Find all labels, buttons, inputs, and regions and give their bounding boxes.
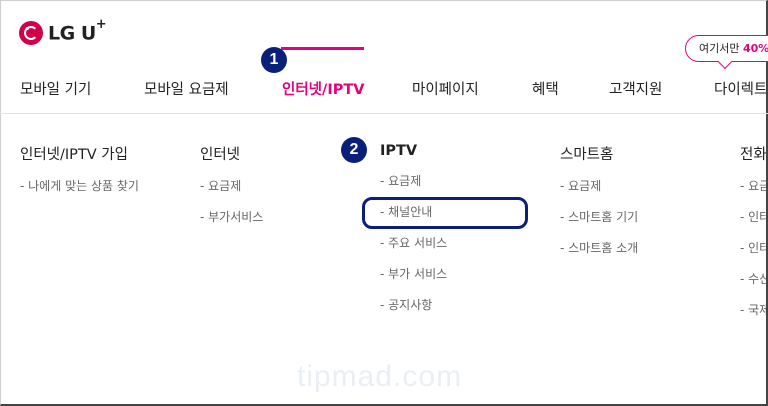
menu-item-find-product[interactable]: - 나에게 맞는 상품 찾기 (20, 176, 139, 207)
step-badge-1: 1 (261, 47, 287, 73)
logo-text: LG U+ (48, 17, 107, 45)
lg-face-icon (19, 21, 43, 45)
nav-item-internet-iptv[interactable]: 인터넷/IPTV (282, 78, 364, 99)
watermark: tipmad.com (297, 360, 463, 393)
nav-divider (0, 113, 768, 114)
menu-item-phone-5[interactable]: - 국제 (740, 300, 766, 331)
menu-item-phone-4[interactable]: - 수신 (740, 269, 766, 300)
menu-item-phone-1[interactable]: - 요금 (740, 176, 766, 207)
menu-col-iptv: IPTV - 요금제 - 채널안내 - 주요 서비스 - 부가 서비스 - 공지… (380, 143, 447, 326)
annotation-highlight-box (362, 197, 528, 229)
promo-text: 여기서만 (699, 42, 743, 55)
menu-item-internet-addons[interactable]: - 부가서비스 (200, 207, 263, 238)
menu-item-phone-3[interactable]: - 인터 (740, 238, 766, 269)
menu-col-join: 인터넷/IPTV 가입 - 나에게 맞는 상품 찾기 (20, 143, 139, 207)
main-nav: 모바일 기기 모바일 요금제 인터넷/IPTV 마이페이지 혜택 고객지원 다이… (0, 64, 768, 113)
menu-item-phone-2[interactable]: - 인터 (740, 207, 766, 238)
menu-title-phone[interactable]: 전화 (740, 143, 766, 164)
nav-item-benefits[interactable]: 혜택 (532, 78, 559, 99)
menu-title-internet[interactable]: 인터넷 (200, 143, 263, 164)
promo-highlight: 40% (742, 42, 768, 55)
nav-item-direct[interactable]: 다이렉트 (714, 78, 767, 99)
promo-bubble[interactable]: 여기서만 40% (685, 35, 768, 62)
menu-item-main-services[interactable]: - 주요 서비스 (380, 233, 447, 264)
menu-title-smarthome[interactable]: 스마트홈 (560, 143, 638, 164)
menu-title-iptv[interactable]: IPTV (380, 143, 447, 159)
menu-item-smarthome-devices[interactable]: - 스마트홈 기기 (560, 207, 638, 238)
menu-item-internet-plans[interactable]: - 요금제 (200, 176, 263, 207)
menu-title-join[interactable]: 인터넷/IPTV 가입 (20, 143, 139, 164)
nav-item-mobile-plans[interactable]: 모바일 요금제 (144, 78, 229, 99)
menu-col-phone: 전화 - 요금 - 인터 - 인터 - 수신 - 국제 (740, 143, 766, 331)
nav-item-mypage[interactable]: 마이페이지 (412, 78, 479, 99)
menu-item-notices[interactable]: - 공지사항 (380, 295, 447, 326)
active-nav-underline (281, 47, 364, 50)
nav-item-mobile-devices[interactable]: 모바일 기기 (20, 78, 91, 99)
menu-item-smarthome-intro[interactable]: - 스마트홈 소개 (560, 238, 638, 269)
menu-col-internet: 인터넷 - 요금제 - 부가서비스 (200, 143, 263, 238)
menu-item-smarthome-plans[interactable]: - 요금제 (560, 176, 638, 207)
menu-item-iptv-addons[interactable]: - 부가 서비스 (380, 264, 447, 295)
step-badge-2: 2 (341, 137, 367, 163)
nav-item-support[interactable]: 고객지원 (609, 78, 662, 99)
lg-uplus-logo[interactable]: LG U+ (19, 17, 107, 45)
menu-col-smarthome: 스마트홈 - 요금제 - 스마트홈 기기 - 스마트홈 소개 (560, 143, 638, 269)
